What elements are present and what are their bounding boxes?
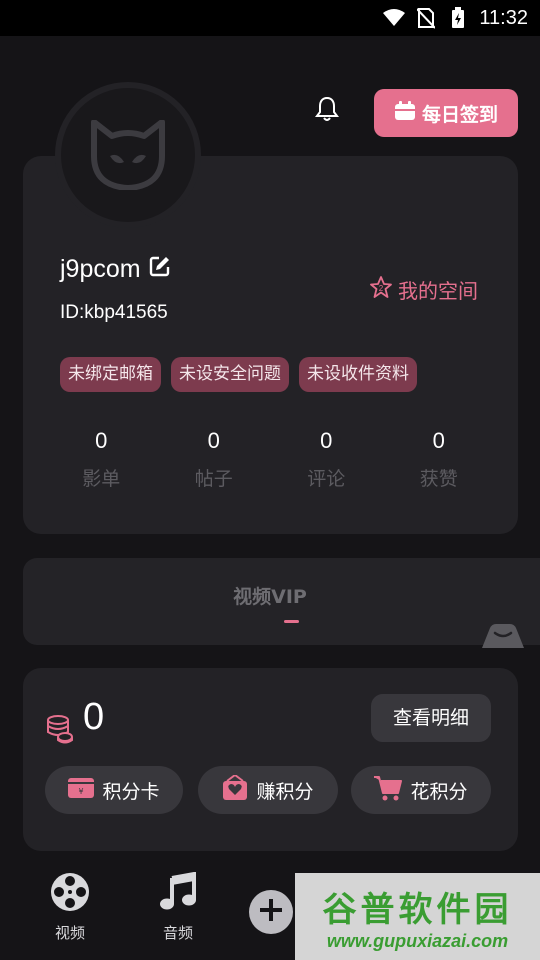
username: j9pcom xyxy=(60,255,171,284)
points-value: 0 xyxy=(83,696,105,738)
earn-points-label: 赚积分 xyxy=(256,780,314,803)
plus-icon xyxy=(259,898,283,926)
cart-icon xyxy=(374,775,403,806)
tab-indicator xyxy=(284,620,299,623)
calendar-icon xyxy=(394,100,416,126)
site-watermark: 谷普软件园 www.gupuxiazai.com xyxy=(295,873,540,960)
watermark-title: 谷普软件园 xyxy=(322,889,513,930)
stat-likes[interactable]: 0 获赞 xyxy=(383,428,496,491)
daily-checkin-button[interactable]: 每日签到 xyxy=(374,89,518,137)
stat-posts[interactable]: 0 帖子 xyxy=(158,428,271,491)
vip-card: 视频VIP xyxy=(23,558,540,645)
gift-box-icon xyxy=(222,773,248,806)
tab-video-vip[interactable]: 视频VIP xyxy=(23,582,540,609)
tag-security-question-unset[interactable]: 未设安全问题 xyxy=(171,357,289,392)
profile-stats: 0 影单 0 帖子 0 评论 0 获赞 xyxy=(45,428,495,491)
status-time: 11:32 xyxy=(479,6,528,29)
spend-points-label: 花积分 xyxy=(410,780,468,803)
tag-shipping-info-unset[interactable]: 未设收件资料 xyxy=(299,357,417,392)
watermark-url: www.gupuxiazai.com xyxy=(326,930,509,951)
star-badge-icon: 2 xyxy=(370,276,392,303)
film-reel-icon xyxy=(50,872,90,916)
my-space-label: 我的空间 xyxy=(398,279,478,303)
cat-mask-logo-icon xyxy=(91,120,165,190)
collapse-handle-icon[interactable] xyxy=(482,624,524,648)
wifi-icon xyxy=(383,7,406,29)
username-text: j9pcom xyxy=(60,255,141,283)
nav-item-video[interactable]: 视频 xyxy=(35,872,105,943)
avatar[interactable] xyxy=(55,82,201,228)
coin-stack-icon xyxy=(46,714,74,744)
user-id: ID:kbp41565 xyxy=(60,302,168,323)
tag-email-unbound[interactable]: 未绑定邮箱 xyxy=(60,357,161,392)
status-bar: 11:32 xyxy=(0,0,540,36)
svg-text:¥: ¥ xyxy=(79,787,84,796)
stat-label: 帖子 xyxy=(194,468,233,490)
stat-value: 0 xyxy=(432,428,445,453)
battery-charging-icon xyxy=(447,7,469,29)
edit-icon[interactable] xyxy=(149,255,171,284)
stat-label: 评论 xyxy=(307,468,346,490)
account-status-tags: 未绑定邮箱 未设安全问题 未设收件资料 xyxy=(60,357,417,392)
stat-label: 影单 xyxy=(82,468,121,490)
stat-playlists[interactable]: 0 影单 xyxy=(45,428,158,491)
my-space-link[interactable]: 2 我的空间 xyxy=(370,275,478,304)
add-content-button[interactable] xyxy=(249,890,293,934)
spend-points-button[interactable]: 花积分 xyxy=(351,766,491,814)
nav-label-video: 视频 xyxy=(54,924,85,942)
card-icon: ¥ xyxy=(68,777,95,803)
view-details-button[interactable]: 查看明细 xyxy=(371,694,491,742)
stat-value: 0 xyxy=(320,428,333,453)
stat-value: 0 xyxy=(95,428,108,453)
stat-value: 0 xyxy=(207,428,220,453)
stat-label: 获赞 xyxy=(419,468,458,490)
stat-comments[interactable]: 0 评论 xyxy=(270,428,383,491)
points-card-label: 积分卡 xyxy=(102,780,160,803)
notification-bell-icon[interactable] xyxy=(313,95,341,123)
music-note-icon xyxy=(158,871,198,916)
earn-points-button[interactable]: 赚积分 xyxy=(198,766,338,814)
daily-checkin-label: 每日签到 xyxy=(421,103,498,126)
nav-label-audio: 音频 xyxy=(162,924,193,942)
no-sim-icon xyxy=(415,7,437,29)
points-card-button[interactable]: ¥ 积分卡 xyxy=(45,766,183,814)
svg-text:2: 2 xyxy=(379,284,384,293)
nav-item-audio[interactable]: 音频 xyxy=(143,871,213,943)
